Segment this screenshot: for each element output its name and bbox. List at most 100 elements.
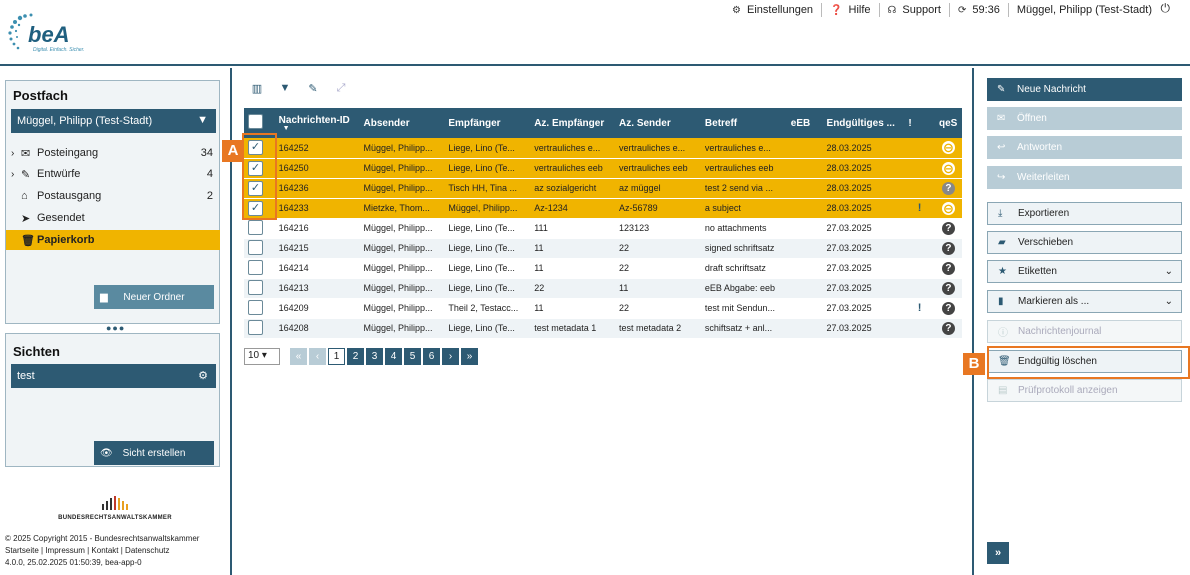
table-row[interactable]: 164214 Müggel, Philipp... Liege, Lino (Te.… bbox=[244, 258, 962, 279]
row-checkbox[interactable] bbox=[248, 259, 263, 275]
next-page-button[interactable]: › bbox=[442, 348, 459, 365]
col-header[interactable]: ! bbox=[904, 108, 935, 138]
new-message-button[interactable]: ✎ Neue Nachricht bbox=[987, 78, 1182, 101]
forward-button[interactable]: ↪ Weiterleiten bbox=[987, 166, 1182, 189]
cell-betreff: draft schriftsatz bbox=[700, 258, 787, 279]
folder-posteingang[interactable]: › ✉ Posteingang 34 bbox=[11, 143, 221, 163]
eraser-icon[interactable]: ✎ bbox=[306, 82, 320, 95]
chevron-right-icon[interactable]: › bbox=[11, 148, 21, 159]
folder-count: 34 bbox=[200, 147, 213, 159]
cell-id: 164216 bbox=[274, 218, 360, 239]
reply-button[interactable]: ↩ Antworten bbox=[987, 136, 1182, 159]
session-timer[interactable]: ⟳ 59:36 bbox=[950, 3, 1009, 17]
mark-as-dropdown[interactable]: ▮ Markieren als ... ⌄ bbox=[987, 290, 1182, 313]
table-row[interactable]: 164216 Müggel, Philipp... Liege, Lino (Te.… bbox=[244, 218, 962, 239]
help-link[interactable]: ❓ Hilfe bbox=[822, 3, 880, 17]
prev-page-button[interactable]: ‹ bbox=[309, 348, 326, 365]
bea-logo[interactable]: beA Digital. Einfach. Sicher. bbox=[6, 10, 86, 56]
col-header[interactable]: eEB bbox=[787, 108, 823, 138]
expand-icon[interactable]: ⤢ bbox=[334, 82, 348, 95]
gear-icon[interactable]: ⚙ bbox=[198, 369, 208, 382]
cell-betreff: test 2 send via ... bbox=[700, 178, 787, 199]
user-name: Müggel, Philipp (Test-Stadt) bbox=[1016, 4, 1152, 16]
table-row[interactable]: ✓ 164252 Müggel, Philipp... Liege, Lino (Te… bbox=[244, 138, 962, 159]
version-info: 4.0.0, 25.02.2025 01:50:39, bea-app-0 bbox=[5, 558, 142, 567]
cell-absender: Müggel, Philipp... bbox=[359, 178, 445, 199]
settings-link[interactable]: ⚙ Einstellungen bbox=[724, 3, 823, 17]
col-header[interactable]: Betreff bbox=[701, 108, 787, 138]
audit-log-button[interactable]: ▤ Prüfprotokoll anzeigen bbox=[987, 379, 1182, 402]
folder-papierkorb[interactable]: 🗑 Papierkorb bbox=[6, 230, 220, 250]
page-button[interactable]: 1 bbox=[328, 348, 345, 365]
cell-eeb bbox=[786, 158, 823, 179]
col-header[interactable]: Az. Sender bbox=[615, 108, 701, 138]
folder-open-icon: ▰ bbox=[998, 237, 1006, 248]
page-button[interactable]: 2 bbox=[347, 348, 364, 365]
select-all-checkbox[interactable] bbox=[248, 114, 263, 129]
table-row[interactable]: 164208 Müggel, Philipp... Liege, Lino (Te.… bbox=[244, 318, 962, 339]
resize-handle[interactable]: ●●● bbox=[106, 323, 125, 333]
headset-icon: ☊ bbox=[887, 4, 897, 16]
col-header[interactable]: Empfänger bbox=[444, 108, 530, 138]
row-checkbox[interactable] bbox=[248, 299, 263, 315]
cell-empfaenger: Tisch HH, Tina ... bbox=[444, 178, 531, 199]
folder-entwuerfe[interactable]: › ✎ Entwürfe 4 bbox=[11, 164, 221, 184]
table-row[interactable]: 164213 Müggel, Philipp... Liege, Lino (Te.… bbox=[244, 278, 962, 299]
filter-icon[interactable]: ▼ bbox=[278, 82, 292, 95]
mailbox-select[interactable]: Müggel, Philipp (Test-Stadt) ▼ bbox=[11, 109, 216, 133]
table-row[interactable]: ✓ 164236 Müggel, Philipp... Tisch HH, Tina … bbox=[244, 178, 962, 199]
page-button[interactable]: 5 bbox=[404, 348, 421, 365]
cell-az-empfaenger: test metadata 1 bbox=[530, 318, 616, 339]
export-button[interactable]: ⤓ Exportieren bbox=[987, 202, 1182, 225]
row-checkbox[interactable] bbox=[248, 239, 263, 255]
support-link[interactable]: ☊ Support bbox=[880, 3, 950, 17]
view-select[interactable]: test ⚙ bbox=[11, 364, 216, 388]
col-header[interactable]: Nachrichten-ID ▼ bbox=[275, 108, 360, 138]
columns-icon[interactable]: ▥ bbox=[250, 82, 264, 95]
first-page-button[interactable]: « bbox=[290, 348, 307, 365]
row-checkbox[interactable] bbox=[248, 219, 263, 235]
last-page-button[interactable]: » bbox=[461, 348, 478, 365]
page-button[interactable]: 6 bbox=[423, 348, 440, 365]
exclamation-icon: ! bbox=[917, 202, 922, 214]
labels-dropdown[interactable]: ★ Etiketten ⌄ bbox=[987, 260, 1182, 283]
cell-id: 164250 bbox=[274, 158, 360, 179]
row-checkbox[interactable] bbox=[248, 279, 263, 295]
cell-az-empfaenger: vertrauliches eeb bbox=[530, 158, 616, 179]
col-header[interactable]: Endgültiges ... bbox=[823, 108, 905, 138]
page-button[interactable]: 3 bbox=[366, 348, 383, 365]
question-circle-icon: ? bbox=[941, 301, 955, 315]
table-row[interactable]: 164215 Müggel, Philipp... Liege, Lino (Te.… bbox=[244, 238, 962, 259]
table-row[interactable]: ✓ 164233 Mietzke, Thom... Müggel, Philipp..… bbox=[244, 198, 962, 219]
col-header[interactable]: Az. Empfänger bbox=[530, 108, 615, 138]
page-button[interactable]: 4 bbox=[385, 348, 402, 365]
folder-postausgang[interactable]: ⌂ Postausgang 2 bbox=[11, 186, 221, 206]
minus-circle-icon: ⊖ bbox=[941, 140, 955, 156]
create-view-button[interactable]: 👁 Sicht erstellen bbox=[94, 441, 214, 465]
logout-power-icon[interactable]: ⏻ bbox=[1161, 1, 1171, 16]
cell-id: 164209 bbox=[274, 298, 360, 319]
journal-button[interactable]: ⓘ Nachrichtenjournal bbox=[987, 320, 1182, 343]
cell-az-empfaenger: Az-1234 bbox=[530, 198, 616, 219]
col-header[interactable]: qeS bbox=[935, 108, 962, 138]
page-size-select[interactable]: 10 ▾ bbox=[244, 348, 280, 365]
move-button[interactable]: ▰ Verschieben bbox=[987, 231, 1182, 254]
cell-az-sender: 22 bbox=[615, 258, 701, 279]
col-header[interactable]: Absender bbox=[360, 108, 445, 138]
collapse-panel-button[interactable]: » bbox=[987, 542, 1009, 564]
folder-gesendet[interactable]: ➤ Gesendet bbox=[11, 208, 221, 228]
table-row[interactable]: ✓ 164250 Müggel, Philipp... Liege, Lino (Te… bbox=[244, 158, 962, 179]
new-folder-button[interactable]: ▆ Neuer Ordner bbox=[94, 285, 214, 309]
row-checkbox[interactable] bbox=[248, 319, 263, 335]
question-circle-icon: ❓ bbox=[830, 4, 843, 16]
cell-az-empfaenger: 22 bbox=[530, 278, 616, 299]
cell-date: 28.03.2025 bbox=[822, 138, 905, 159]
open-button[interactable]: ✉ Öffnen bbox=[987, 107, 1182, 130]
table-row[interactable]: 164209 Müggel, Philipp... Theil 2, Testacc… bbox=[244, 298, 962, 319]
table-header: Nachrichten-ID ▼ Absender Empfänger Az. E… bbox=[244, 108, 962, 138]
footer-links[interactable]: Startseite | Impressum | Kontakt | Daten… bbox=[5, 545, 199, 557]
highlight-frame-a bbox=[242, 133, 277, 220]
cell-az-empfaenger: vertrauliches e... bbox=[530, 138, 616, 159]
highlight-frame-b bbox=[987, 346, 1190, 379]
chevron-right-icon[interactable]: › bbox=[11, 169, 21, 180]
